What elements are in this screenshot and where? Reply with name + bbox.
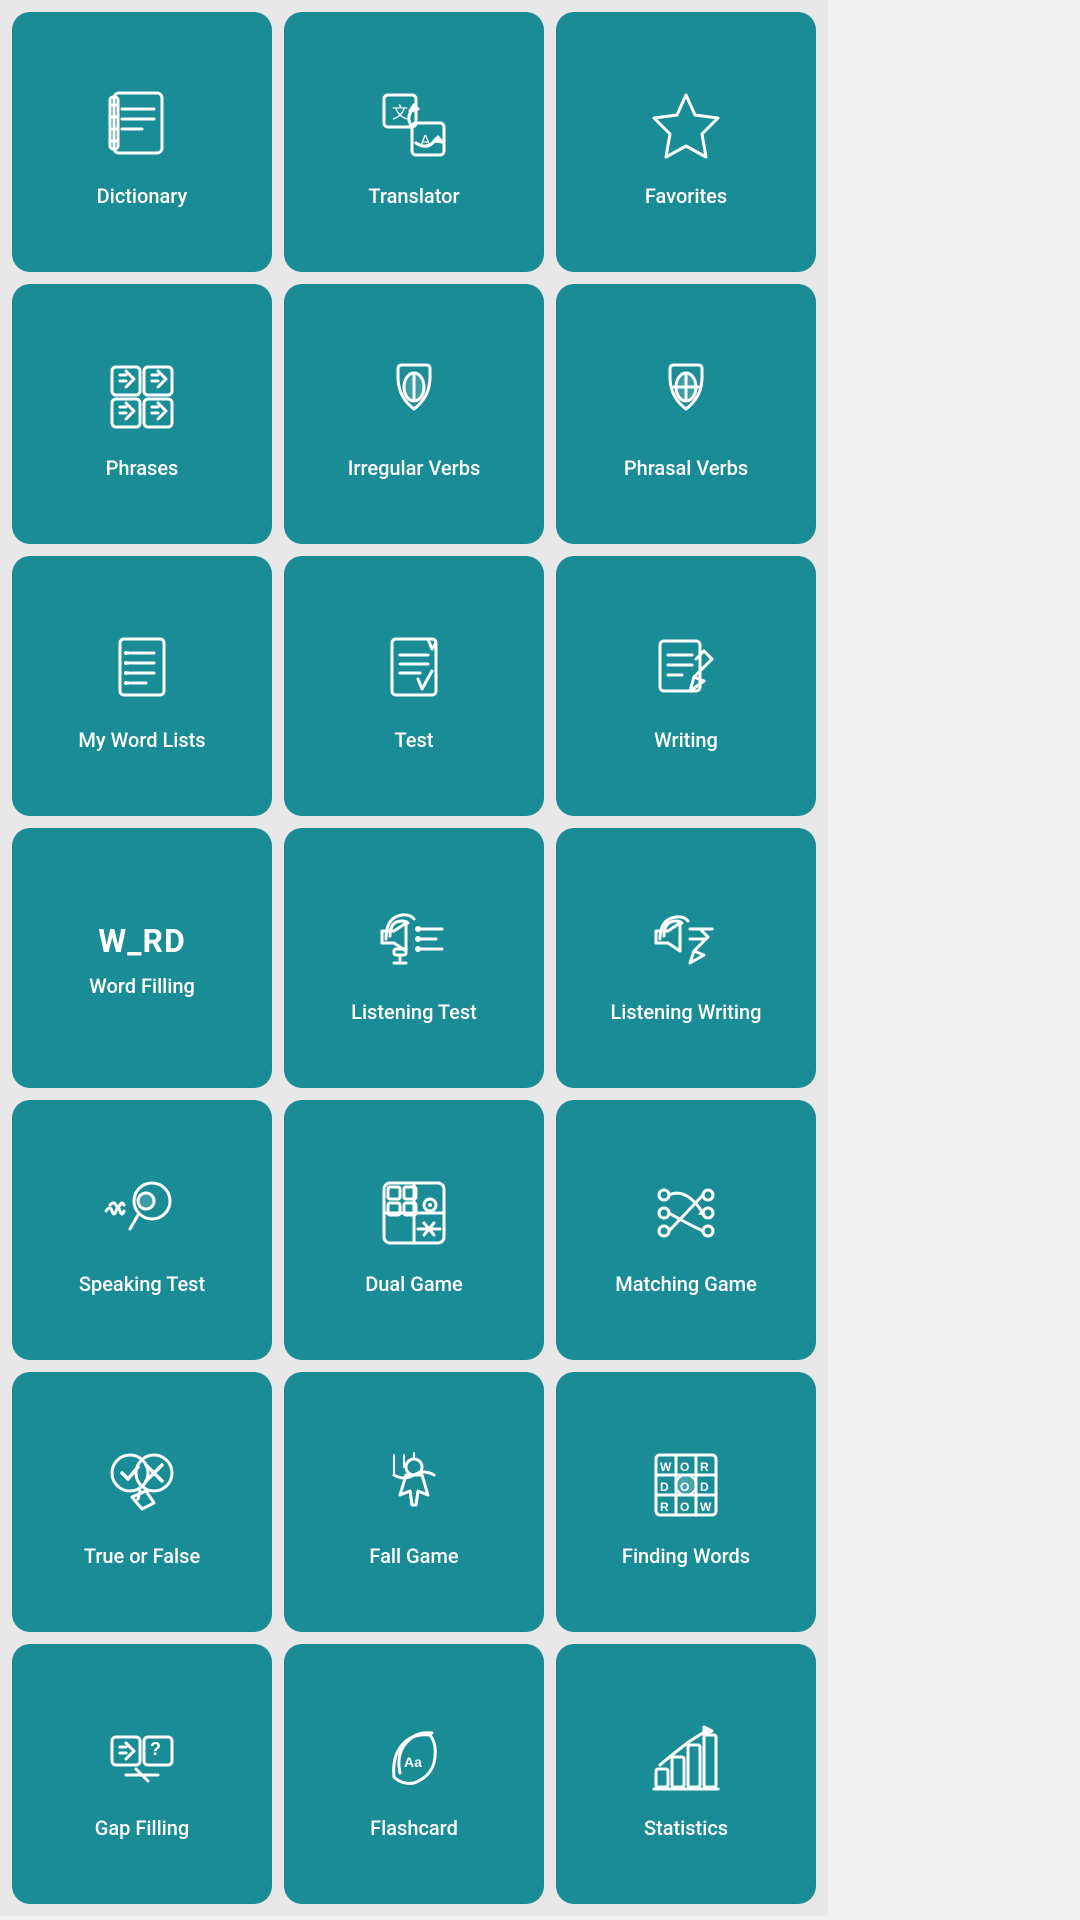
finding-words-card[interactable]: W O R D O D R O W Finding Words — [556, 1372, 816, 1632]
svg-text:?: ? — [150, 1739, 161, 1759]
statistics-card[interactable]: Statistics — [556, 1644, 816, 1904]
translator-label: Translator — [368, 184, 459, 208]
phrases-icon — [97, 352, 187, 442]
svg-text:Aa: Aa — [404, 1754, 422, 1770]
my-word-lists-icon — [97, 624, 187, 714]
test-card[interactable]: Test — [284, 556, 544, 816]
phrasal-verbs-icon — [641, 352, 731, 442]
writing-label: Writing — [654, 728, 718, 752]
translator-icon: 文 A — [369, 80, 459, 170]
statistics-icon — [641, 1712, 731, 1802]
writing-card[interactable]: Writing — [556, 556, 816, 816]
svg-text:O: O — [680, 1480, 689, 1494]
svg-text:O: O — [680, 1500, 689, 1514]
speaking-test-card[interactable]: Speaking Test — [12, 1100, 272, 1360]
listening-test-card[interactable]: Listening Test — [284, 828, 544, 1088]
flashcard-card[interactable]: Aa Flashcard — [284, 1644, 544, 1904]
svg-text:W: W — [660, 1460, 672, 1474]
favorites-icon — [641, 80, 731, 170]
word-filling-card[interactable]: W_RD Word Filling — [12, 828, 272, 1088]
irregular-verbs-card[interactable]: Irregular Verbs — [284, 284, 544, 544]
gap-filling-label: Gap Filling — [95, 1816, 190, 1840]
dictionary-card[interactable]: Dictionary — [12, 12, 272, 272]
irregular-verbs-label: Irregular Verbs — [348, 456, 481, 480]
my-word-lists-label: My Word Lists — [78, 728, 205, 752]
dual-game-icon — [369, 1168, 459, 1258]
listening-writing-icon — [641, 896, 731, 986]
word-filling-label: Word Filling — [89, 974, 195, 998]
listening-test-icon — [369, 896, 459, 986]
test-label: Test — [395, 728, 434, 752]
svg-text:D: D — [660, 1480, 669, 1494]
phrasal-verbs-label: Phrasal Verbs — [624, 456, 748, 480]
svg-text:R: R — [700, 1460, 709, 1474]
matching-game-icon — [641, 1168, 731, 1258]
fall-game-label: Fall Game — [369, 1544, 458, 1568]
phrases-card[interactable]: Phrases — [12, 284, 272, 544]
true-or-false-label: True or False — [84, 1544, 200, 1568]
svg-text:W: W — [700, 1500, 712, 1514]
favorites-label: Favorites — [645, 184, 727, 208]
word-filling-text: W_RD — [98, 922, 186, 960]
dual-game-label: Dual Game — [365, 1272, 463, 1296]
phrasal-verbs-card[interactable]: Phrasal Verbs — [556, 284, 816, 544]
flashcard-label: Flashcard — [370, 1816, 458, 1840]
matching-game-card[interactable]: Matching Game — [556, 1100, 816, 1360]
finding-words-label: Finding Words — [622, 1544, 750, 1568]
dictionary-icon — [97, 80, 187, 170]
statistics-label: Statistics — [644, 1816, 728, 1840]
flashcard-icon: Aa — [369, 1712, 459, 1802]
svg-text:R: R — [660, 1500, 669, 1514]
irregular-verbs-icon — [369, 352, 459, 442]
fall-game-card[interactable]: Fall Game — [284, 1372, 544, 1632]
listening-writing-label: Listening Writing — [610, 1000, 761, 1024]
writing-icon — [641, 624, 731, 714]
phrases-label: Phrases — [106, 456, 179, 480]
true-or-false-icon — [97, 1440, 187, 1530]
svg-text:D: D — [700, 1480, 709, 1494]
finding-words-icon: W O R D O D R O W — [641, 1440, 731, 1530]
listening-test-label: Listening Test — [351, 1000, 477, 1024]
svg-text:O: O — [680, 1460, 689, 1474]
app-grid: Dictionary 文 A Translator Favorites — [0, 0, 828, 1916]
speaking-test-label: Speaking Test — [79, 1272, 205, 1296]
speaking-test-icon — [97, 1168, 187, 1258]
dictionary-label: Dictionary — [97, 184, 188, 208]
gap-filling-icon: ? — [97, 1712, 187, 1802]
svg-text:文: 文 — [392, 104, 408, 122]
test-icon — [369, 624, 459, 714]
gap-filling-card[interactable]: ? Gap Filling — [12, 1644, 272, 1904]
matching-game-label: Matching Game — [615, 1272, 757, 1296]
true-or-false-card[interactable]: True or False — [12, 1372, 272, 1632]
fall-game-icon — [369, 1440, 459, 1530]
favorites-card[interactable]: Favorites — [556, 12, 816, 272]
translator-card[interactable]: 文 A Translator — [284, 12, 544, 272]
dual-game-card[interactable]: Dual Game — [284, 1100, 544, 1360]
listening-writing-card[interactable]: Listening Writing — [556, 828, 816, 1088]
my-word-lists-card[interactable]: My Word Lists — [12, 556, 272, 816]
